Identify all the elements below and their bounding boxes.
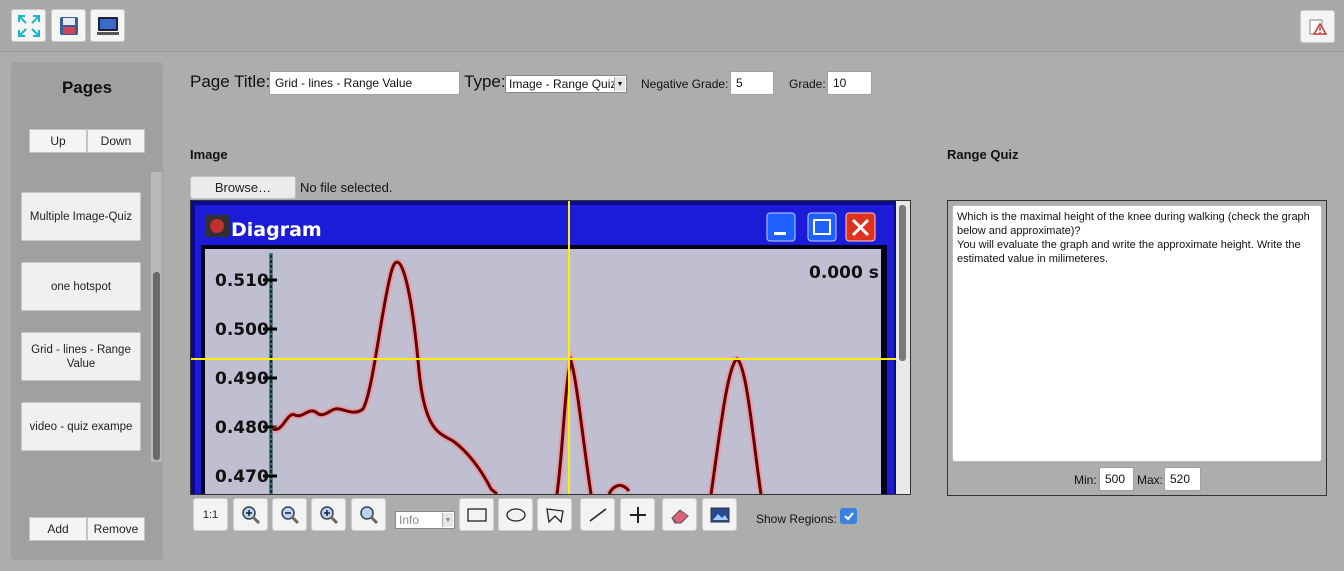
page-item[interactable]: Multiple Image-Quiz <box>21 192 141 241</box>
rectangle-tool-button[interactable] <box>459 498 494 531</box>
plus-icon <box>629 506 646 523</box>
image-scrollbar-thumb[interactable] <box>899 205 906 361</box>
sidebar-title: Pages <box>61 78 113 97</box>
polygon-icon <box>545 507 564 523</box>
up-button[interactable]: Up <box>29 129 87 153</box>
info-select-value: Info <box>399 513 420 527</box>
pages-sidebar: Pages Up Down Multiple Image-Quiz one ho… <box>11 62 163 560</box>
save-button[interactable] <box>51 9 86 42</box>
eraser-icon <box>670 508 689 523</box>
zoom-in-icon <box>241 505 260 524</box>
zoom-in-large-button[interactable] <box>311 498 346 531</box>
zoom-fit-icon <box>359 505 378 524</box>
alert-button[interactable] <box>1300 10 1335 43</box>
page-item[interactable]: video - quiz exampe <box>21 402 141 451</box>
page-item-label: Grid - lines - Range Value <box>31 343 131 370</box>
time-readout: 0.000 s <box>809 263 879 283</box>
zoom-in-icon <box>319 505 338 524</box>
ellipse-icon <box>505 507 526 522</box>
top-toolbar <box>0 0 1344 52</box>
max-label: Max: <box>1137 473 1164 487</box>
zoom-in-button[interactable] <box>233 498 268 531</box>
fullscreen-icon <box>17 14 40 37</box>
fullscreen-button[interactable] <box>11 9 46 42</box>
show-regions-label: Show Regions: <box>756 512 837 526</box>
monitor-button[interactable] <box>90 9 125 42</box>
min-input[interactable] <box>1099 467 1134 491</box>
max-input[interactable] <box>1164 467 1201 491</box>
ellipse-tool-button[interactable] <box>498 498 533 531</box>
line-icon <box>589 507 606 522</box>
save-icon <box>59 16 78 35</box>
y-tick-label: 0.500 <box>215 320 269 340</box>
diagram-window-title: Diagram <box>231 219 322 241</box>
y-tick-label: 0.490 <box>215 369 269 389</box>
zoom-out-icon <box>280 505 299 524</box>
file-status: No file selected. <box>300 180 393 195</box>
page-item[interactable]: Grid - lines - Range Value <box>21 332 141 381</box>
grade-input[interactable] <box>827 71 872 95</box>
diagram-image <box>191 201 898 494</box>
y-tick-label: 0.470 <box>215 467 269 487</box>
page-title-input[interactable] <box>269 71 460 95</box>
quiz-question-textarea[interactable]: Which is the maximal height of the knee … <box>952 205 1322 462</box>
page-item-label: Multiple Image-Quiz <box>29 210 133 223</box>
down-button[interactable]: Down <box>87 129 145 153</box>
eraser-button[interactable] <box>662 498 697 531</box>
info-select[interactable]: Info ▼ <box>395 511 455 529</box>
remove-page-button[interactable]: Remove <box>87 517 145 541</box>
monitor-icon <box>96 16 119 35</box>
image-icon <box>710 507 729 522</box>
point-tool-button[interactable] <box>620 498 655 531</box>
type-label: Type: <box>464 72 506 91</box>
checkmark-icon <box>843 512 854 521</box>
add-page-button[interactable]: Add <box>29 517 87 541</box>
image-scrollbar[interactable] <box>896 201 910 494</box>
page-item[interactable]: one hotspot <box>21 262 141 311</box>
chevron-down-icon: ▼ <box>442 513 453 527</box>
chevron-down-icon: ▼ <box>614 77 625 91</box>
image-section-title: Image <box>190 147 228 162</box>
image-button[interactable] <box>702 498 737 531</box>
negative-grade-label: Negative Grade: <box>641 77 729 91</box>
image-canvas[interactable]: Diagram 0.000 s 0.510 0.500 0.490 0.480 … <box>190 200 911 495</box>
type-select[interactable]: Image - Range Quiz ▼ <box>505 75 627 93</box>
page-item-label: video - quiz exampe <box>29 420 133 433</box>
page-item-label: one hotspot <box>50 280 112 293</box>
line-tool-button[interactable] <box>580 498 615 531</box>
negative-grade-input[interactable] <box>730 71 774 95</box>
y-tick-label: 0.510 <box>215 271 269 291</box>
show-regions-checkbox[interactable] <box>840 508 857 524</box>
range-quiz-title: Range Quiz <box>947 147 1019 162</box>
page-title-label: Page Title: <box>190 72 271 91</box>
rectangle-icon <box>466 507 487 522</box>
browse-button[interactable]: Browse… <box>190 176 296 199</box>
sidebar-scrollbar[interactable] <box>151 172 162 462</box>
type-select-value: Image - Range Quiz <box>509 77 617 91</box>
grade-label: Grade: <box>789 77 826 91</box>
range-quiz-panel: Which is the maximal height of the knee … <box>947 200 1327 496</box>
zoom-reset-button[interactable]: 1:1 <box>193 498 228 531</box>
polygon-tool-button[interactable] <box>537 498 572 531</box>
zoom-out-button[interactable] <box>272 498 307 531</box>
sidebar-scrollbar-thumb[interactable] <box>153 272 160 460</box>
y-tick-label: 0.480 <box>215 418 269 438</box>
zoom-fit-button[interactable] <box>351 498 386 531</box>
min-label: Min: <box>1074 473 1097 487</box>
warning-icon <box>1309 19 1327 35</box>
